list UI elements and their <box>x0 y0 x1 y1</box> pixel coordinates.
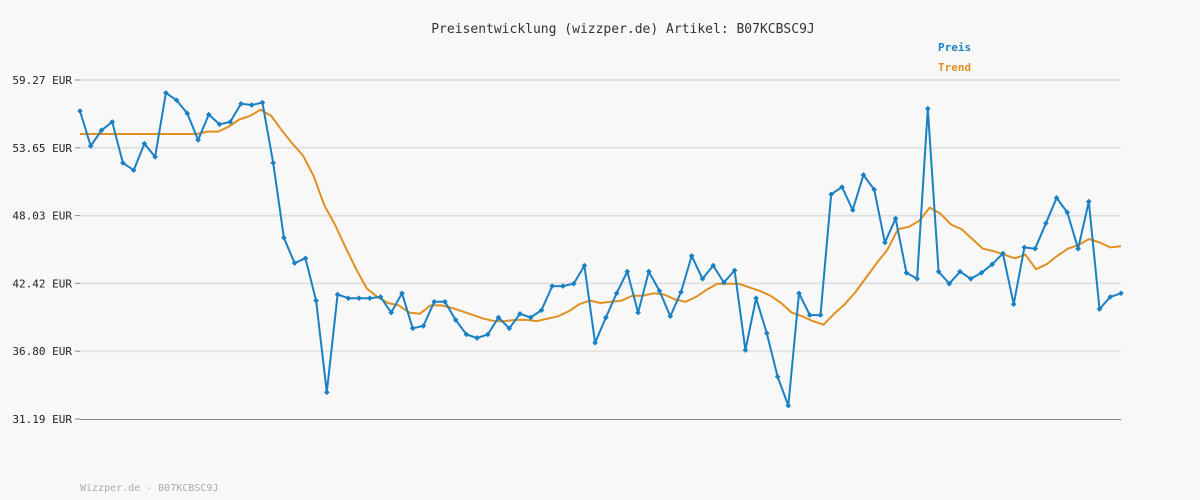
data-point-preis <box>592 339 598 346</box>
data-point-preis <box>667 313 674 320</box>
data-point-preis <box>356 295 362 302</box>
data-point-preis <box>1010 301 1017 308</box>
data-point-preis <box>270 160 277 166</box>
series <box>77 90 1124 409</box>
data-point-preis <box>195 137 201 143</box>
legend-preis: Preis <box>938 41 971 54</box>
y-tick-label: 42.42 EUR <box>12 277 72 290</box>
data-point-preis <box>678 289 684 295</box>
data-point-preis <box>313 297 319 304</box>
data-point-preis <box>323 389 330 396</box>
y-tick-label: 53.65 EUR <box>12 142 72 155</box>
data-point-preis <box>635 309 641 316</box>
data-point-preis <box>409 325 416 332</box>
footer-text: Wizzper.de - B07KCBSC9J <box>80 483 218 494</box>
data-point-preis <box>334 291 341 298</box>
data-point-preis <box>774 373 781 380</box>
data-point-preis <box>366 295 373 302</box>
data-point-preis <box>474 335 480 341</box>
data-point-preis <box>882 239 888 246</box>
data-point-preis <box>291 260 298 266</box>
price-chart: Preisentwicklung (wizzper.de) Artikel: B… <box>12 22 1124 494</box>
y-axis-ticks: 59.27 EUR 53.65 EUR 48.03 EUR 42.42 EUR 36.8… <box>12 74 80 426</box>
series-line-trend <box>80 108 1122 326</box>
y-tick-label: 48.03 EUR <box>12 210 72 223</box>
data-point-preis <box>1021 244 1028 251</box>
data-point-preis <box>1118 290 1124 297</box>
y-tick-label: 31.19 EUR <box>12 413 72 426</box>
data-point-preis <box>345 295 352 302</box>
chart-title: Preisentwicklung (wizzper.de) Artikel: B… <box>431 22 815 37</box>
data-point-preis <box>77 108 83 114</box>
data-point-preis <box>753 295 759 302</box>
data-point-preis <box>1085 198 1092 205</box>
series-line-preis <box>79 91 1122 407</box>
data-point-preis <box>302 255 309 262</box>
data-point-preis <box>763 330 770 337</box>
data-point-preis <box>1043 220 1049 227</box>
data-point-preis <box>785 402 792 409</box>
legend-trend: Trend <box>938 61 971 74</box>
data-point-preis <box>603 314 609 321</box>
data-point-preis <box>281 234 287 241</box>
data-point-preis <box>924 105 931 112</box>
y-tick-label: 36.80 EUR <box>12 345 72 358</box>
data-point-preis <box>248 102 255 108</box>
data-point-preis <box>817 312 824 318</box>
y-tick-label: 59.27 EUR <box>12 74 72 87</box>
data-point-preis <box>259 99 266 106</box>
data-point-preis <box>1032 245 1038 252</box>
